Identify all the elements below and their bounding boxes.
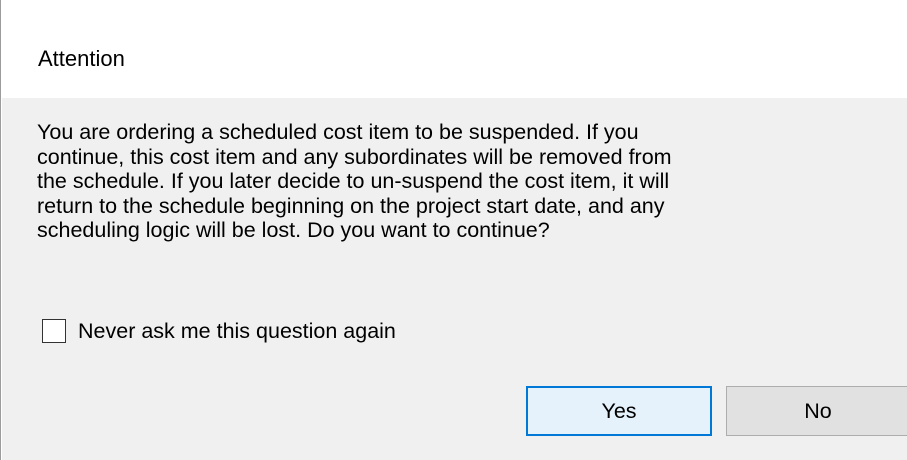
message-line: You are ordering a scheduled cost item t…: [37, 120, 639, 144]
never-ask-again-label[interactable]: Never ask me this question again: [78, 318, 396, 344]
no-button[interactable]: No: [726, 386, 907, 436]
never-ask-again-checkbox[interactable]: [42, 319, 66, 343]
never-ask-again-checkbox-row[interactable]: Never ask me this question again: [42, 316, 396, 346]
message-line: the schedule. If you later decide to un-…: [37, 169, 670, 193]
dialog-body: You are ordering a scheduled cost item t…: [2, 98, 907, 460]
confirmation-dialog: Attention You are ordering a scheduled c…: [0, 0, 907, 460]
dialog-title: Attention: [38, 46, 125, 71]
message-line: scheduling logic will be lost. Do you wa…: [37, 218, 550, 242]
message-line: return to the schedule beginning on the …: [37, 193, 665, 218]
dialog-title-bar: Attention: [2, 0, 907, 98]
dialog-message: You are ordering a scheduled cost item t…: [37, 120, 897, 243]
yes-button[interactable]: Yes: [526, 386, 712, 436]
message-line: continue, this cost item and any subordi…: [37, 144, 672, 169]
